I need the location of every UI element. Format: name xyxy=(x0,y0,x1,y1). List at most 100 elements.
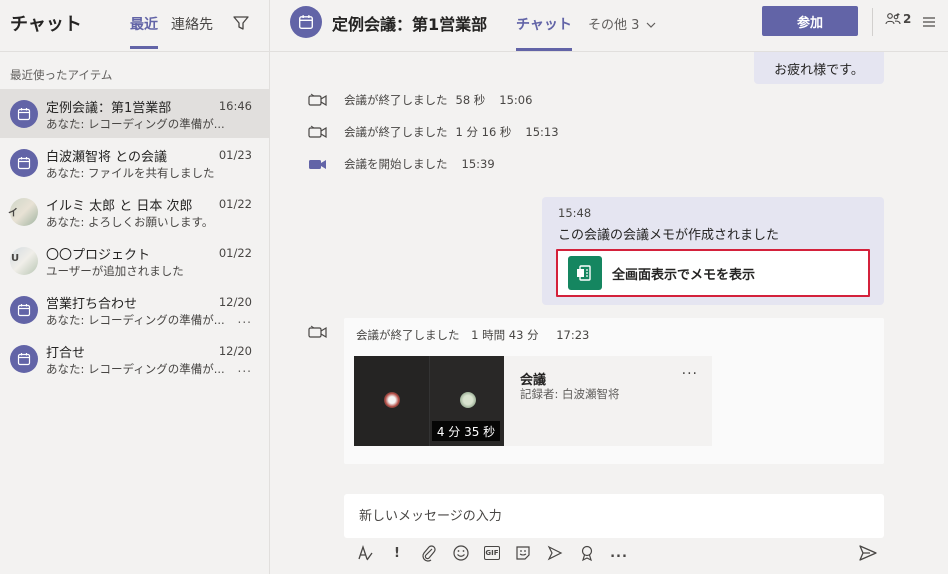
event-duration: 1 時間 43 分 xyxy=(471,328,539,342)
chat-main: 定例会議：第1営業部 チャット その他 3 参加 2 お疲れ様です。 会議が終了… xyxy=(270,0,948,574)
chat-name: イルミ 太郎 と 日本 次郎 xyxy=(46,199,193,214)
chat-time: 01/22 xyxy=(218,197,252,211)
section-label-recent: 最近使ったアイテム xyxy=(10,68,113,82)
video-camera-filled-icon xyxy=(309,160,326,169)
event-text: 会議が終了しました xyxy=(344,93,448,107)
join-button[interactable]: 参加 xyxy=(762,6,858,36)
event-text: 会議が終了しました xyxy=(344,125,448,139)
video-camera-icon xyxy=(308,93,327,107)
sidebar-title: チャット xyxy=(10,14,82,35)
meeting-avatar xyxy=(290,6,322,38)
event-time: 15:06 xyxy=(499,93,533,107)
calendar-icon xyxy=(17,108,31,121)
chat-name: 〇〇プロジェクト xyxy=(46,248,151,263)
participant-avatar xyxy=(459,392,476,408)
avatar: U xyxy=(10,247,38,275)
message-bubble: お疲れ様です。 xyxy=(754,52,884,84)
sticker-icon[interactable] xyxy=(514,544,532,562)
chat-name: 打合せ xyxy=(46,346,86,361)
send-icon[interactable] xyxy=(858,544,878,562)
gif-icon[interactable]: GIF xyxy=(484,546,500,560)
compose-toolbar: ! GIF ... xyxy=(356,544,642,562)
more-options-icon[interactable]: ... xyxy=(682,362,698,378)
more-options-icon[interactable]: ... xyxy=(610,544,628,562)
tab-chat[interactable]: チャット xyxy=(516,14,572,51)
chat-list-item[interactable]: U 〇〇プロジェクト 01/22 ユーザーが追加されました xyxy=(0,236,270,285)
video-duration: 4 分 35 秒 xyxy=(432,421,500,441)
recording-thumbnail[interactable]: 4 分 35 秒 xyxy=(354,356,504,446)
format-icon[interactable] xyxy=(356,544,374,562)
chat-list-item[interactable]: 白波瀬智将 との会議 01/23 あなた: ファイルを共有しました xyxy=(0,138,270,187)
chat-list-item[interactable]: 定例会議：第1営業部 16:46 あなた: レコーディングの準備が... xyxy=(0,89,270,138)
chat-time: 12/20 xyxy=(218,295,252,309)
message-input[interactable] xyxy=(344,494,884,538)
chat-time: 01/22 xyxy=(218,246,252,260)
page-title: 定例会議：第1営業部 xyxy=(332,15,488,34)
participant-count: 2 xyxy=(903,12,912,26)
chat-time: 16:46 xyxy=(218,99,252,113)
list-icon[interactable] xyxy=(921,14,937,30)
view-notes-fullscreen-button[interactable]: 全画面表示でメモを表示 xyxy=(556,249,870,297)
avatar xyxy=(10,149,38,177)
tab-recent[interactable]: 最近 xyxy=(130,14,158,49)
event-time: 15:13 xyxy=(525,125,559,139)
sidebar-header: チャット 最近 連絡先 xyxy=(0,0,269,52)
tab-more[interactable]: その他 3 xyxy=(588,14,656,33)
praise-icon[interactable] xyxy=(578,544,596,562)
chat-preview: あなた: ファイルを共有しました xyxy=(46,166,215,180)
event-text: 会議が終了しました xyxy=(356,328,460,342)
notes-icon xyxy=(577,265,591,281)
attach-icon[interactable] xyxy=(420,544,438,562)
chat-time: 01/23 xyxy=(218,148,252,162)
chat-name: 営業打ち合わせ xyxy=(46,297,138,312)
chat-preview: あなた: レコーディングの準備が... xyxy=(46,117,225,131)
message-time: 15:48 xyxy=(558,206,592,220)
emoji-icon[interactable] xyxy=(452,544,470,562)
chat-preview: ユーザーが追加されました xyxy=(46,264,184,278)
message-text: この会議の会議メモが作成されました xyxy=(558,228,780,243)
filter-icon[interactable] xyxy=(232,14,250,32)
video-camera-icon xyxy=(308,325,327,339)
avatar xyxy=(10,296,38,324)
chat-header: 定例会議：第1営業部 チャット その他 3 参加 2 xyxy=(270,0,948,52)
meeting-event: 会議が終了しました 58 秒 15:06 xyxy=(308,90,532,110)
meeting-notes-message: 15:48 この会議の会議メモが作成されました 全画面表示でメモを表示 xyxy=(542,197,884,305)
event-time: 17:23 xyxy=(556,328,590,342)
calendar-icon xyxy=(299,15,313,29)
chat-list-item[interactable]: イ イルミ 太郎 と 日本 次郎 01/22 あなた: よろしくお願いします。 xyxy=(0,187,270,236)
notes-app-icon xyxy=(568,256,602,290)
event-duration: 1 分 16 秒 xyxy=(455,125,512,139)
recording-header: 会議が終了しました 1 時間 43 分 17:23 xyxy=(356,327,589,343)
meeting-event: 会議を開始しました 15:39 xyxy=(308,154,495,174)
event-time: 15:39 xyxy=(461,157,495,171)
avatar xyxy=(10,345,38,373)
event-duration: 58 秒 xyxy=(455,93,486,107)
chat-list: 定例会議：第1営業部 16:46 あなた: レコーディングの準備が... 白波瀬… xyxy=(0,89,270,383)
video-camera-icon xyxy=(308,125,327,139)
recording-info[interactable]: 会議 記録者: 白波瀬智将 ... xyxy=(504,356,712,446)
recording-recorder: 記録者: 白波瀬智将 xyxy=(520,387,620,401)
view-notes-label: 全画面表示でメモを表示 xyxy=(612,267,756,283)
chat-list-item[interactable]: 営業打ち合わせ 12/20 あなた: レコーディングの準備が... ... xyxy=(0,285,270,334)
chevron-down-icon xyxy=(646,22,655,28)
more-options-icon[interactable]: ... xyxy=(238,312,252,326)
recording-message: 会議が終了しました 1 時間 43 分 17:23 4 分 35 秒 会議 記録… xyxy=(344,318,884,464)
meet-now-icon[interactable] xyxy=(546,544,564,562)
chat-list-item[interactable]: 打合せ 12/20 あなた: レコーディングの準備が... ... xyxy=(0,334,270,383)
more-options-icon[interactable]: ... xyxy=(238,361,252,375)
compose-box xyxy=(344,494,884,538)
chat-preview: あなた: レコーディングの準備が... xyxy=(46,362,225,376)
chat-name: 白波瀬智将 との会議 xyxy=(46,150,168,165)
calendar-icon xyxy=(17,157,31,170)
chat-preview: あなた: よろしくお願いします。 xyxy=(46,215,214,229)
chat-name: 定例会議：第1営業部 xyxy=(46,101,172,116)
participants-button[interactable]: 2 xyxy=(885,12,911,26)
header-divider xyxy=(872,8,873,36)
tab-contacts[interactable]: 連絡先 xyxy=(171,14,213,46)
chat-preview: あなた: レコーディングの準備が... xyxy=(46,313,225,327)
calendar-icon xyxy=(17,353,31,366)
avatar-initial: イ xyxy=(8,208,18,219)
avatar: イ xyxy=(8,198,38,226)
important-icon[interactable]: ! xyxy=(388,544,406,562)
meeting-event: 会議が終了しました 1 分 16 秒 15:13 xyxy=(308,122,559,142)
